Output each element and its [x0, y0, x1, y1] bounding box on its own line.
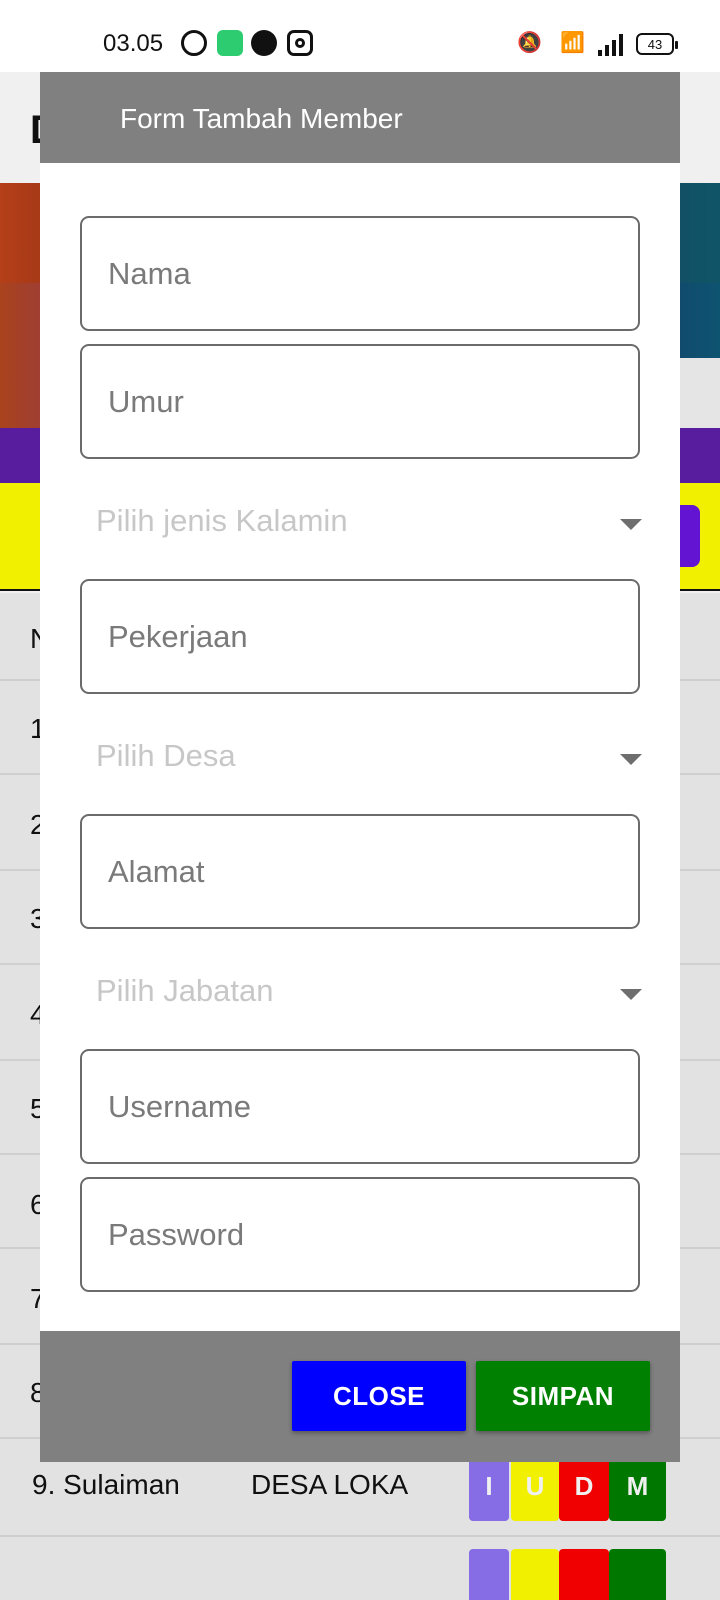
status-bar: 03.05 🔕 📶 43	[0, 0, 720, 72]
umur-input[interactable]	[82, 346, 638, 457]
jenis-kelamin-select[interactable]: Pilih jenis Kalamin	[80, 467, 642, 577]
alamat-input[interactable]	[82, 816, 638, 927]
dialog-header: Form Tambah Member	[40, 72, 680, 163]
nama-field[interactable]	[80, 216, 640, 331]
alamat-field[interactable]	[80, 814, 640, 929]
dropdown-arrow-icon	[620, 519, 642, 530]
battery-saver-icon	[217, 30, 243, 56]
username-field[interactable]	[80, 1049, 640, 1164]
wifi-icon: 📶	[560, 32, 585, 54]
whatsapp-icon	[181, 30, 207, 56]
jenis-kelamin-placeholder: Pilih jenis Kalamin	[96, 503, 348, 538]
nama-input[interactable]	[82, 218, 638, 329]
close-button[interactable]: CLOSE	[292, 1361, 466, 1431]
jabatan-select[interactable]: Pilih Jabatan	[80, 937, 642, 1047]
status-time: 03.05	[103, 30, 164, 57]
password-input[interactable]	[82, 1179, 638, 1290]
dropdown-arrow-icon	[620, 754, 642, 765]
instagram-icon	[287, 30, 313, 56]
dropdown-arrow-icon	[620, 989, 642, 1000]
dialog-footer: CLOSE SIMPAN	[40, 1331, 680, 1462]
mute-icon: 🔕	[517, 32, 542, 54]
jabatan-placeholder: Pilih Jabatan	[96, 973, 274, 1008]
save-button[interactable]: SIMPAN	[476, 1361, 650, 1431]
password-field[interactable]	[80, 1177, 640, 1292]
pekerjaan-input[interactable]	[82, 581, 638, 692]
username-input[interactable]	[82, 1051, 638, 1162]
dialog-title: Form Tambah Member	[120, 103, 403, 134]
battery-indicator: 43	[636, 33, 678, 55]
nav-app-icon	[251, 30, 277, 56]
umur-field[interactable]	[80, 344, 640, 459]
desa-placeholder: Pilih Desa	[96, 738, 236, 773]
add-member-dialog: Form Tambah Member Pilih jenis Kalamin P…	[40, 72, 680, 1462]
desa-select[interactable]: Pilih Desa	[80, 702, 642, 812]
signal-icon	[598, 34, 624, 56]
pekerjaan-field[interactable]	[80, 579, 640, 694]
